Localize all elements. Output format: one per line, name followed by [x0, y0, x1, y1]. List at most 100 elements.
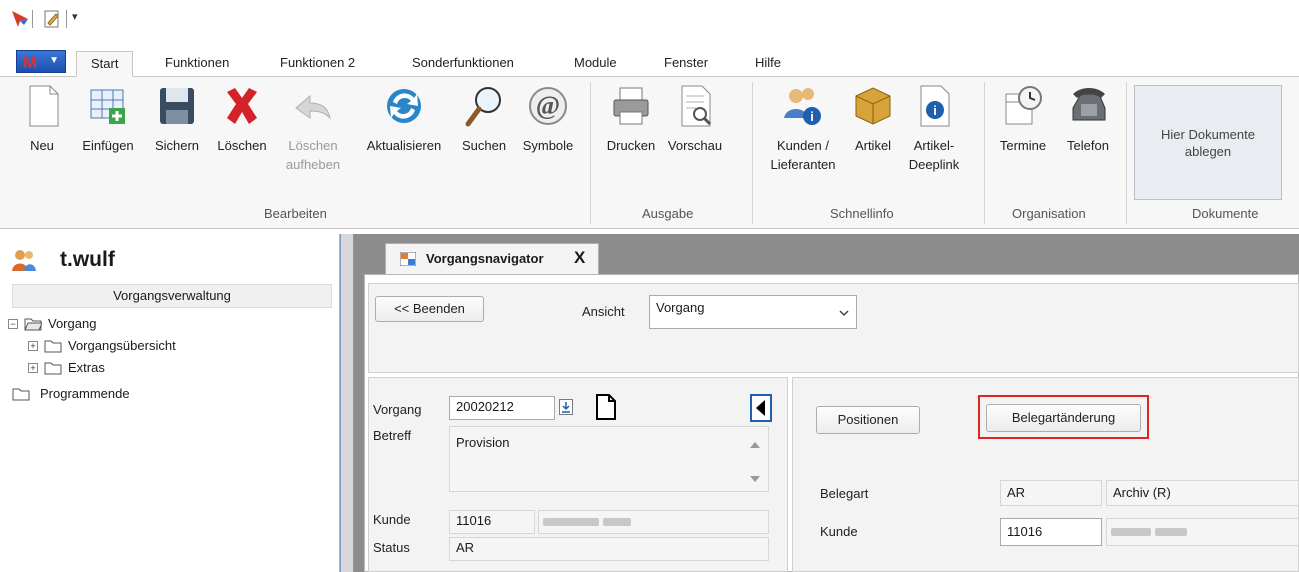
tab-fenster[interactable]: Fenster: [664, 51, 708, 77]
telefon-label: Telefon: [1067, 138, 1109, 153]
document-dropzone[interactable]: Hier Dokumente ablegen: [1134, 85, 1282, 200]
telefon-button[interactable]: Telefon: [1058, 84, 1118, 155]
delete-x-icon: [227, 88, 257, 124]
close-icon[interactable]: X: [574, 248, 585, 268]
group-label-organisation: Organisation: [1012, 206, 1086, 221]
aktualisieren-label: Aktualisieren: [366, 138, 442, 153]
belegart-label: Belegart: [820, 486, 869, 501]
loeschen-label: Löschen: [217, 138, 267, 153]
termine-button[interactable]: Termine: [993, 84, 1053, 155]
collapse-pane-button[interactable]: [750, 394, 772, 422]
tree-node-extras[interactable]: + Extras: [28, 358, 188, 378]
suchen-label: Suchen: [461, 138, 507, 153]
kunden-lieferanten-button[interactable]: i Kunden / Lieferanten: [762, 84, 844, 174]
group-label-schnellinfo: Schnellinfo: [830, 206, 894, 221]
aktualisieren-button[interactable]: Aktualisieren: [356, 84, 452, 155]
artikel-deeplink-label-1: Artikel-: [913, 138, 955, 153]
kunde-number-field-right[interactable]: 11016: [1000, 518, 1102, 546]
group-label-ausgabe: Ausgabe: [642, 206, 694, 221]
artikel-deeplink-button[interactable]: i Artikel- Deeplink: [904, 84, 964, 174]
artikel-deeplink-label-2: Deeplink: [908, 157, 960, 172]
redacted-text: [543, 518, 599, 526]
symbole-label: Symbole: [522, 138, 574, 153]
vorgang-lookup-button[interactable]: [559, 399, 573, 415]
qat-customize-icon[interactable]: ▾: [72, 10, 78, 23]
tab-start[interactable]: Start: [76, 51, 134, 77]
betreff-value: Provision: [456, 435, 510, 450]
symbole-button[interactable]: @ Symbole: [516, 84, 580, 155]
customers-info-icon: i: [784, 88, 821, 125]
new-document-icon: [29, 85, 59, 127]
insert-table-icon: [90, 89, 125, 124]
at-symbol-icon: @: [529, 87, 567, 125]
kunden-label-1: Kunden /: [776, 138, 830, 153]
new-vorgang-document-icon[interactable]: [595, 393, 617, 421]
telephone-icon: [1072, 88, 1106, 121]
vorgang-number-field[interactable]: 20020212: [449, 396, 555, 420]
qat-separator: [66, 10, 67, 28]
kunde-number-field[interactable]: 11016: [449, 510, 535, 534]
tab-hilfe[interactable]: Hilfe: [755, 51, 781, 77]
highlight-annotation: [978, 395, 1149, 439]
tree-node-programmende[interactable]: Programmende: [12, 384, 212, 404]
tree-label-vorgangsuebersicht: Vorgangsübersicht: [68, 338, 176, 353]
article-box-icon: [855, 87, 891, 125]
edit-document-icon[interactable]: [42, 9, 62, 29]
tab-funktionen-2[interactable]: Funktionen 2: [280, 51, 355, 77]
positionen-button[interactable]: Positionen: [816, 406, 920, 434]
einfuegen-button[interactable]: Einfügen: [76, 84, 140, 155]
belegart-name-field: Archiv (R): [1106, 480, 1299, 506]
termine-label: Termine: [999, 138, 1047, 153]
loeschen-aufheben-button[interactable]: Löschen aufheben: [278, 84, 348, 174]
dropzone-line-2: ablegen: [1184, 144, 1232, 159]
chevron-down-icon: ▼: [49, 55, 59, 66]
artikel-button[interactable]: Artikel: [850, 84, 896, 155]
belegart-code-field: AR: [1000, 480, 1102, 506]
vorschau-button[interactable]: Vorschau: [662, 84, 728, 155]
quick-access-toolbar: ▾: [0, 0, 1299, 44]
users-icon: [12, 250, 36, 271]
tab-funktionen[interactable]: Funktionen: [165, 51, 229, 77]
tab-module[interactable]: Module: [574, 51, 617, 77]
kunde-name-field-right: [1106, 518, 1299, 546]
ansicht-label: Ansicht: [582, 304, 625, 319]
kunde-label-right: Kunde: [820, 524, 858, 539]
loeschen-button[interactable]: Löschen: [212, 84, 272, 155]
ansicht-value: Vorgang: [656, 300, 705, 315]
scroll-up-icon[interactable]: [748, 440, 762, 450]
sichern-button[interactable]: Sichern: [148, 84, 206, 155]
vorgangsverwaltung-header[interactable]: Vorgangsverwaltung: [12, 284, 332, 308]
ansicht-select[interactable]: Vorgang: [649, 295, 857, 329]
kunden-label-2: Lieferanten: [770, 157, 836, 172]
tree-node-vorgangsuebersicht[interactable]: + Vorgangsübersicht: [28, 336, 248, 356]
beenden-button[interactable]: << Beenden: [375, 296, 484, 322]
navigation-panel: t.wulf Vorgangsverwaltung − Vorgang + Vo…: [0, 234, 340, 572]
doc-tab-title: Vorgangsnavigator: [426, 251, 544, 266]
drucken-button[interactable]: Drucken: [603, 84, 659, 155]
printer-icon: [613, 87, 649, 125]
tree-node-vorgang[interactable]: − Vorgang: [8, 314, 208, 334]
group-separator: [752, 82, 753, 224]
group-label-bearbeiten: Bearbeiten: [264, 206, 327, 221]
qat-separator: [32, 10, 33, 28]
betreff-field[interactable]: Provision: [449, 426, 769, 492]
betreff-label: Betreff: [373, 428, 412, 443]
drucken-label: Drucken: [606, 138, 656, 153]
info-document-icon: i: [920, 85, 950, 127]
app-menu-button[interactable]: M ▼: [16, 50, 66, 73]
expand-icon[interactable]: +: [28, 363, 38, 373]
tab-vorgangsnavigator[interactable]: Vorgangsnavigator X: [385, 243, 599, 274]
tree-label-programmende: Programmende: [40, 386, 130, 401]
expand-icon[interactable]: +: [28, 341, 38, 351]
suchen-button[interactable]: Suchen: [456, 84, 512, 155]
folder-icon: [12, 388, 30, 401]
scroll-down-icon[interactable]: [748, 474, 762, 484]
panel-splitter[interactable]: [340, 234, 354, 572]
svg-text:@: @: [536, 91, 560, 120]
svg-text:i: i: [933, 103, 937, 118]
tab-sonderfunktionen[interactable]: Sonderfunktionen: [412, 51, 514, 77]
username: t.wulf: [60, 248, 115, 271]
vorschau-label: Vorschau: [667, 138, 723, 153]
collapse-icon[interactable]: −: [8, 319, 18, 329]
neu-button[interactable]: Neu: [22, 84, 62, 155]
